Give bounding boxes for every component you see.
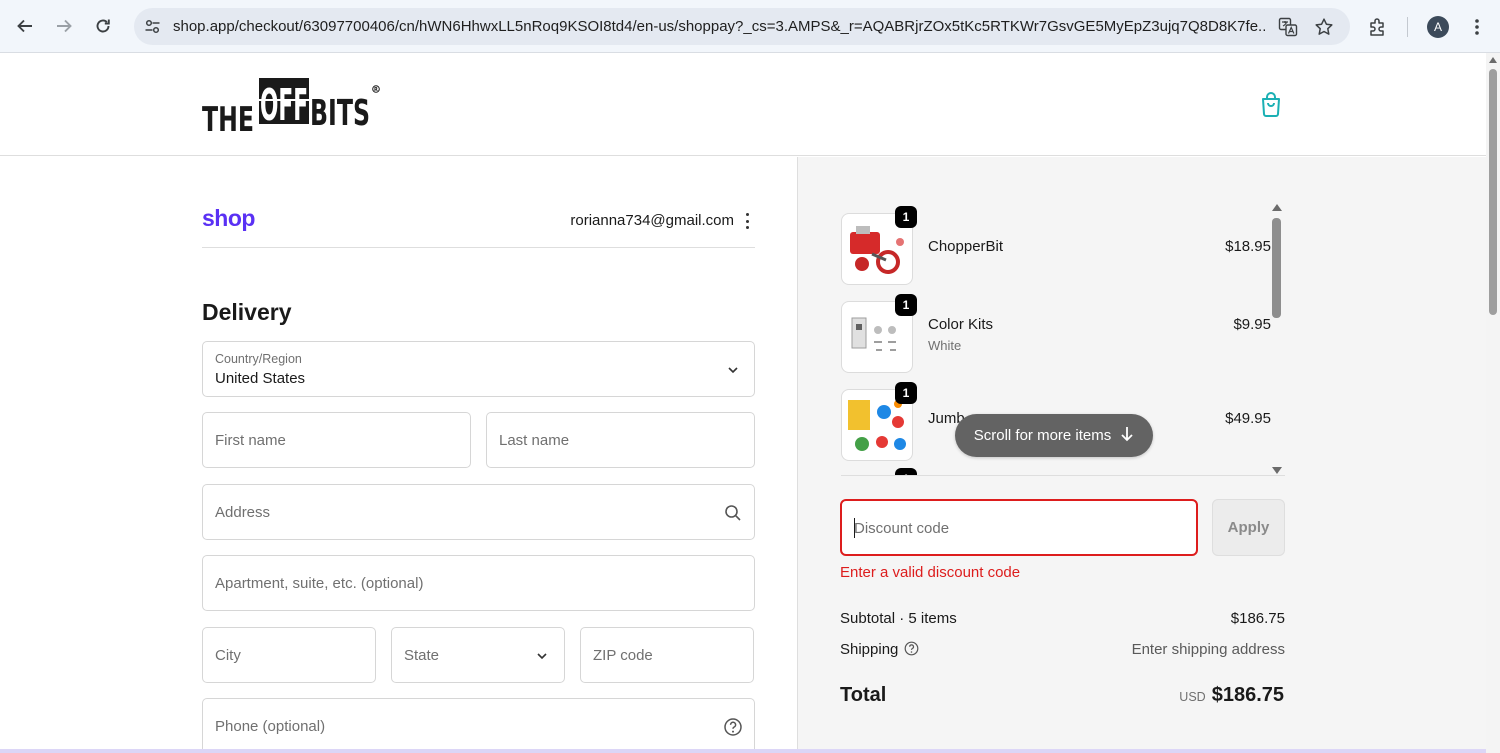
shipping-label: Shipping <box>840 641 899 658</box>
url-text[interactable]: shop.app/checkout/63097700406/cn/hWN6Hhw… <box>173 18 1265 35</box>
forward-icon[interactable] <box>51 13 77 39</box>
last-name-field[interactable]: Last name <box>486 412 755 468</box>
shipping-value: Enter shipping address <box>1131 641 1285 658</box>
page-scrollbar[interactable] <box>1486 53 1500 753</box>
quantity-badge: 1 <box>895 206 917 228</box>
scroll-up-arrow[interactable] <box>1489 57 1497 63</box>
svg-text:BITS: BITS <box>310 93 370 134</box>
discount-placeholder: Discount code <box>854 520 950 537</box>
item-name: ChopperBit <box>928 238 1004 255</box>
country-label: Country/Region <box>215 352 302 366</box>
item-price: $18.95 <box>1225 238 1271 255</box>
order-summary: 1 ChopperBit $18.95 1 Color Kits White $… <box>797 157 1486 753</box>
text-cursor <box>854 518 855 538</box>
total-value: $186.75 <box>1211 684 1284 706</box>
country-value: United States <box>215 370 306 387</box>
delivery-heading: Delivery <box>202 299 292 325</box>
first-name-field[interactable]: First name <box>202 412 471 468</box>
item-price: $49.95 <box>1225 410 1271 427</box>
state-placeholder: State <box>404 647 440 664</box>
page-bottom-edge <box>0 749 1486 753</box>
item-price: $9.95 <box>1233 316 1271 333</box>
shopping-bag-icon[interactable] <box>1258 90 1284 118</box>
scroll-down-arrow[interactable] <box>1272 467 1282 474</box>
product-image <box>841 475 913 476</box>
quantity-badge: 1 <box>895 468 917 475</box>
chevron-down-icon <box>532 646 552 666</box>
cart-items-scrollbar[interactable] <box>1270 204 1284 476</box>
scroll-up-arrow[interactable] <box>1272 204 1282 211</box>
country-select[interactable]: Country/Region United States <box>202 341 755 397</box>
kebab-menu-icon[interactable] <box>1467 17 1487 37</box>
subtotal-row: Subtotal · 5 items $186.75 <box>840 610 1285 632</box>
site-info-icon[interactable] <box>143 17 162 36</box>
subtotal-label: Subtotal · 5 items <box>840 610 957 627</box>
zip-field[interactable]: ZIP code <box>580 627 754 683</box>
quantity-badge: 1 <box>895 294 917 316</box>
total-label: Total <box>840 684 887 706</box>
address-placeholder: Address <box>215 504 271 521</box>
cart-item: 1 ChopperBit $18.95 <box>841 206 1271 285</box>
apply-discount-button[interactable]: Apply <box>1212 499 1285 556</box>
phone-field[interactable]: Phone (optional) <box>202 698 755 753</box>
item-variant: White <box>928 338 962 353</box>
help-icon[interactable] <box>723 717 743 737</box>
apartment-field[interactable]: Apartment, suite, etc. (optional) <box>202 555 755 611</box>
currency-code: USD <box>1179 690 1206 704</box>
apartment-placeholder: Apartment, suite, etc. (optional) <box>215 575 424 592</box>
phone-placeholder: Phone (optional) <box>215 718 326 735</box>
zip-placeholder: ZIP code <box>593 647 653 664</box>
discount-error-message: Enter a valid discount code <box>840 564 1021 581</box>
scrollbar-thumb[interactable] <box>1272 218 1281 318</box>
browser-toolbar: shop.app/checkout/63097700406/cn/hWN6Hhw… <box>0 0 1500 53</box>
star-icon[interactable] <box>1314 17 1334 37</box>
store-header: THE OFF BITS R <box>0 53 1486 156</box>
chevron-down-icon <box>723 360 743 380</box>
total-amount: USD $186.75 <box>1179 684 1284 707</box>
store-logo[interactable]: THE OFF BITS R <box>202 76 382 140</box>
arrow-down-icon <box>1120 426 1134 446</box>
back-icon[interactable] <box>12 13 38 39</box>
search-icon <box>723 503 743 523</box>
quantity-badge: 1 <box>895 382 917 404</box>
scrollbar-thumb[interactable] <box>1489 69 1497 315</box>
help-icon[interactable] <box>904 641 919 656</box>
address-field[interactable]: Address <box>202 484 755 540</box>
scroll-for-more-button[interactable]: Scroll for more items <box>955 414 1153 457</box>
subtotal-value: $186.75 <box>1230 610 1285 627</box>
cart-item: 1 <box>841 468 1271 476</box>
city-placeholder: City <box>215 647 241 664</box>
state-select[interactable]: State <box>391 627 565 683</box>
reload-icon[interactable] <box>90 13 116 39</box>
item-name: Color Kits <box>928 316 994 333</box>
profile-avatar[interactable]: A <box>1427 16 1449 38</box>
first-name-placeholder: First name <box>215 432 286 449</box>
svg-text:OFF: OFF <box>260 80 308 131</box>
divider <box>202 247 755 248</box>
shop-pay-logo: shop <box>202 205 255 231</box>
svg-text:THE: THE <box>202 100 254 134</box>
translate-icon[interactable] <box>1278 17 1298 37</box>
account-email: rorianna734@gmail.com <box>570 212 734 229</box>
toolbar-separator <box>1407 17 1408 37</box>
extensions-icon[interactable] <box>1368 17 1388 37</box>
checkout-form: shop rorianna734@gmail.com Delivery Coun… <box>0 157 797 753</box>
address-bar[interactable]: shop.app/checkout/63097700406/cn/hWN6Hhw… <box>134 8 1350 45</box>
city-field[interactable]: City <box>202 627 376 683</box>
account-menu-icon[interactable] <box>742 212 752 230</box>
shipping-row: Shipping Enter shipping address <box>840 641 1285 663</box>
last-name-placeholder: Last name <box>499 432 570 449</box>
scroll-hint-label: Scroll for more items <box>973 427 1112 444</box>
discount-code-input[interactable]: Discount code <box>840 499 1198 556</box>
svg-text:R: R <box>374 87 378 93</box>
cart-item: 1 Color Kits White $9.95 <box>841 294 1271 373</box>
